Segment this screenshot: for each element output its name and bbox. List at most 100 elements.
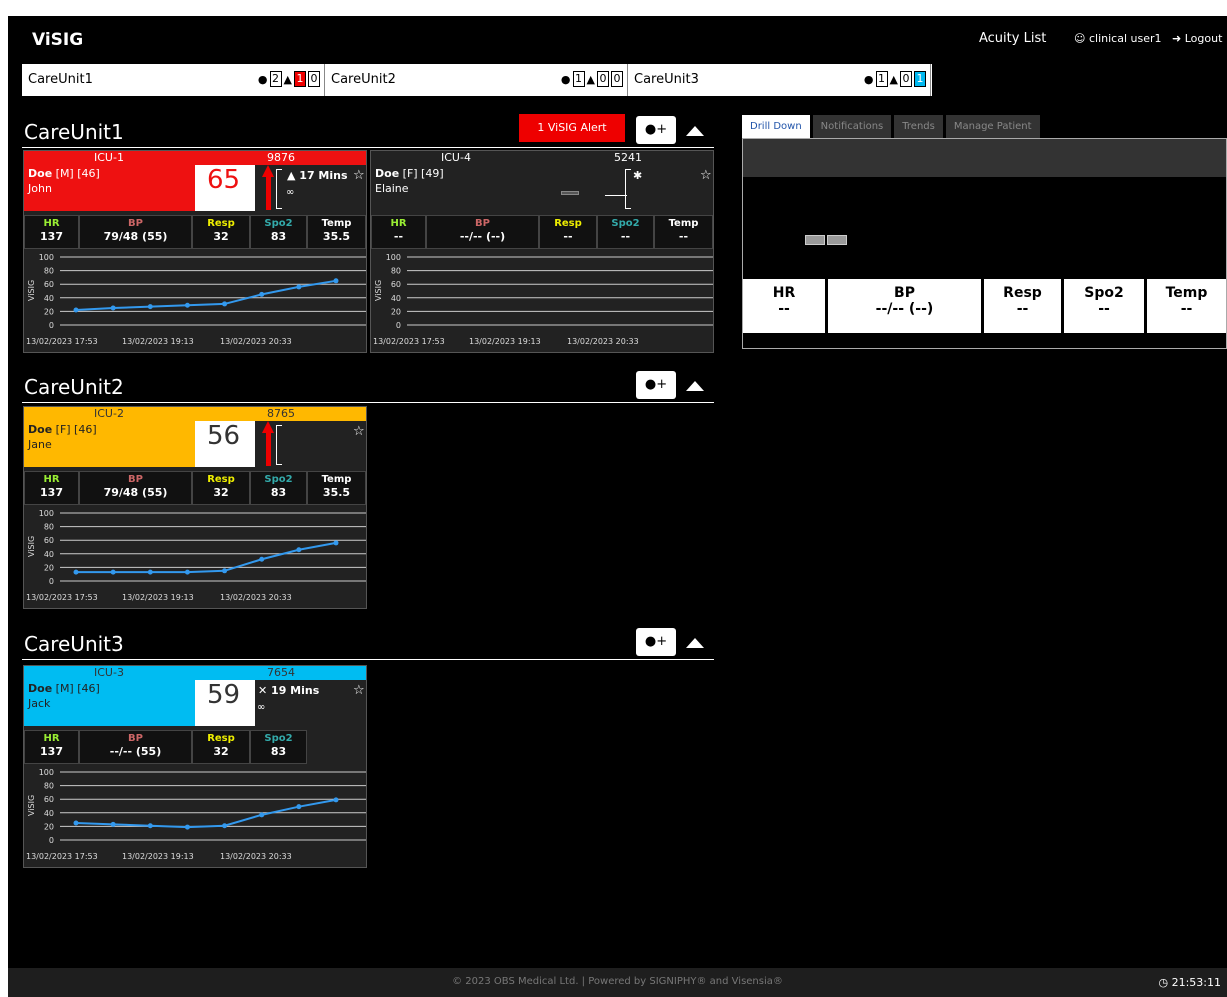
vital-label: Resp <box>1003 285 1042 301</box>
collapse-icon[interactable] <box>686 126 704 136</box>
vital-value: -- <box>563 230 573 243</box>
tab-manage-patient[interactable]: Manage Patient <box>945 115 1040 138</box>
gear-icon[interactable]: ✱ <box>633 169 642 182</box>
logout-link[interactable]: ➜ Logout <box>1172 32 1222 45</box>
patient-name[interactable]: Doe [M] [46] <box>28 682 100 695</box>
patient-surname: Doe <box>28 167 53 180</box>
alert-count: 0 <box>900 71 912 87</box>
patient-card-icu4[interactable]: ICU-4 5241 Doe [F] [49] Elaine ✱ ☆ HR -- … <box>370 150 714 353</box>
logout-label: Logout <box>1184 32 1223 45</box>
copyright-text: © 2023 OBS Medical Ltd. | Powered by SIG… <box>452 976 783 987</box>
vital-value: -- <box>1098 301 1110 317</box>
tab-notifications[interactable]: Notifications <box>812 115 892 138</box>
card-header: ICU-4 5241 Doe [F] [49] Elaine ✱ ☆ <box>371 151 713 211</box>
vital-bp: BP --/-- (55) <box>79 730 192 764</box>
person-icon: ● <box>560 72 571 86</box>
visig-score: 56 <box>207 421 241 451</box>
patient-card-icu2[interactable]: ICU-2 8765 Doe [F] [46] Jane 56 ☆ HR 137 … <box>23 406 367 609</box>
vital-temp: Temp 35.5 <box>307 215 366 249</box>
vital-resp: Resp 32 <box>192 215 250 249</box>
patient-card-icu3[interactable]: ICU-3 7654 Doe [M] [46] Jack 59 ✕ 19 Min… <box>23 665 367 868</box>
visig-score: 59 <box>207 680 241 710</box>
patient-name[interactable]: Doe [M] [46] <box>28 167 100 180</box>
user-name: clinical user1 <box>1088 32 1162 45</box>
add-user-icon: ●+ <box>644 634 668 649</box>
alert-timer-text: 17 Mins <box>299 169 348 182</box>
add-patient-button[interactable]: ●+ <box>636 628 676 656</box>
star-icon[interactable]: ☆ <box>353 424 365 439</box>
series-line <box>75 279 337 312</box>
acuity-list-link[interactable]: Acuity List <box>979 31 1046 46</box>
patient-card-icu1[interactable]: ICU-1 9876 Doe [M] [46] John 65 ▲ 17 Min… <box>23 150 367 353</box>
vital-temp: Temp -- <box>1147 279 1226 333</box>
visig-trend-chart: 0 20 40 60 80 100 ViSIG 13/02/2023 17:53 13/02/2… <box>371 251 713 352</box>
patient-name[interactable]: Doe [F] [46] <box>28 423 97 436</box>
user-menu[interactable]: ☺ clinical user1 <box>1074 32 1162 45</box>
data-point <box>333 797 339 803</box>
vital-hr: HR -- <box>743 279 825 333</box>
y-tick-label: 20 <box>44 563 54 572</box>
add-patient-button[interactable]: ●+ <box>636 371 676 399</box>
vital-label: Temp <box>1165 285 1208 301</box>
star-icon[interactable]: ☆ <box>353 168 365 183</box>
section-divider <box>22 147 714 148</box>
y-tick-label: 60 <box>44 795 54 804</box>
bell-icon: ▲ <box>586 72 595 86</box>
add-user-icon: ●+ <box>644 122 668 137</box>
detail-tabs: Drill Down Notifications Trends Manage P… <box>742 115 1040 138</box>
patient-name[interactable]: Doe [F] [49] <box>375 167 444 180</box>
location-label: ICU-2 <box>94 407 124 420</box>
data-point <box>333 540 339 546</box>
collapse-icon[interactable] <box>686 638 704 648</box>
data-point <box>222 301 228 307</box>
vital-label: BP <box>894 285 915 301</box>
vital-value: -- <box>678 230 689 243</box>
vital-label: Spo2 <box>264 474 293 485</box>
section-title: CareUnit3 <box>24 632 124 656</box>
vital-bp: BP --/-- (--) <box>828 279 981 333</box>
bell-icon: ▲ <box>889 72 898 86</box>
x-tick-label: 13/02/2023 19:13 <box>122 593 194 602</box>
add-patient-button[interactable]: ●+ <box>636 116 676 144</box>
vital-resp: Resp 32 <box>192 471 250 505</box>
visig-alert-button[interactable]: 1 ViSIG Alert <box>519 114 625 142</box>
collapse-icon[interactable] <box>686 381 704 391</box>
footer: © 2023 OBS Medical Ltd. | Powered by SIG… <box>8 968 1227 997</box>
star-icon[interactable]: ☆ <box>353 683 365 698</box>
y-axis-label: ViSIG <box>27 795 36 816</box>
vital-resp: Resp -- <box>984 279 1061 333</box>
tab-trends[interactable]: Trends <box>894 115 943 138</box>
vitals-row: HR -- BP --/-- (--) Resp -- Spo2 -- Temp -- <box>371 215 713 249</box>
patient-demographics: [M] [46] <box>52 682 100 695</box>
vital-label: Resp <box>554 218 582 229</box>
location-label: ICU-3 <box>94 666 124 679</box>
bell-icon: ▲ <box>283 72 292 86</box>
clock-icon: ◷ <box>1158 976 1172 989</box>
card-header: ICU-3 7654 Doe [M] [46] Jack 59 ✕ 19 Min… <box>24 666 366 726</box>
x-tick-label: 13/02/2023 17:53 <box>26 593 98 602</box>
vital-value: 137 <box>40 230 63 243</box>
unit-tab-careunit3[interactable]: CareUnit3 ● 1 ▲ 0 1 <box>628 64 931 96</box>
unit-tab-careunit1[interactable]: CareUnit1 ● 2 ▲ 1 0 <box>22 64 325 96</box>
bracket-marker <box>276 425 282 465</box>
x-tick-label: 13/02/2023 20:33 <box>220 593 292 602</box>
y-tick-label: 40 <box>391 294 401 303</box>
tab-drill-down[interactable]: Drill Down <box>742 115 810 138</box>
patient-count: 1 <box>875 71 888 87</box>
data-point <box>296 284 302 290</box>
star-icon[interactable]: ☆ <box>700 168 712 183</box>
y-axis-label: ViSIG <box>374 280 383 301</box>
careunit3-section-header: CareUnit3 ●+ <box>22 628 714 660</box>
alert-timer: ▲ 17 Mins <box>287 169 348 182</box>
vital-label: Temp <box>321 474 352 485</box>
data-point <box>184 302 190 308</box>
vital-label: HR <box>390 218 407 229</box>
data-point <box>147 569 153 575</box>
unit-tab-careunit2[interactable]: CareUnit2 ● 1 ▲ 0 0 <box>325 64 628 96</box>
no-data-indicator <box>805 235 847 245</box>
data-point <box>296 547 302 553</box>
brand-logo[interactable]: ViSIG <box>32 30 83 50</box>
data-point <box>222 823 228 829</box>
bed-number: 7654 <box>267 666 295 679</box>
vital-bp: BP 79/48 (55) <box>79 215 192 249</box>
